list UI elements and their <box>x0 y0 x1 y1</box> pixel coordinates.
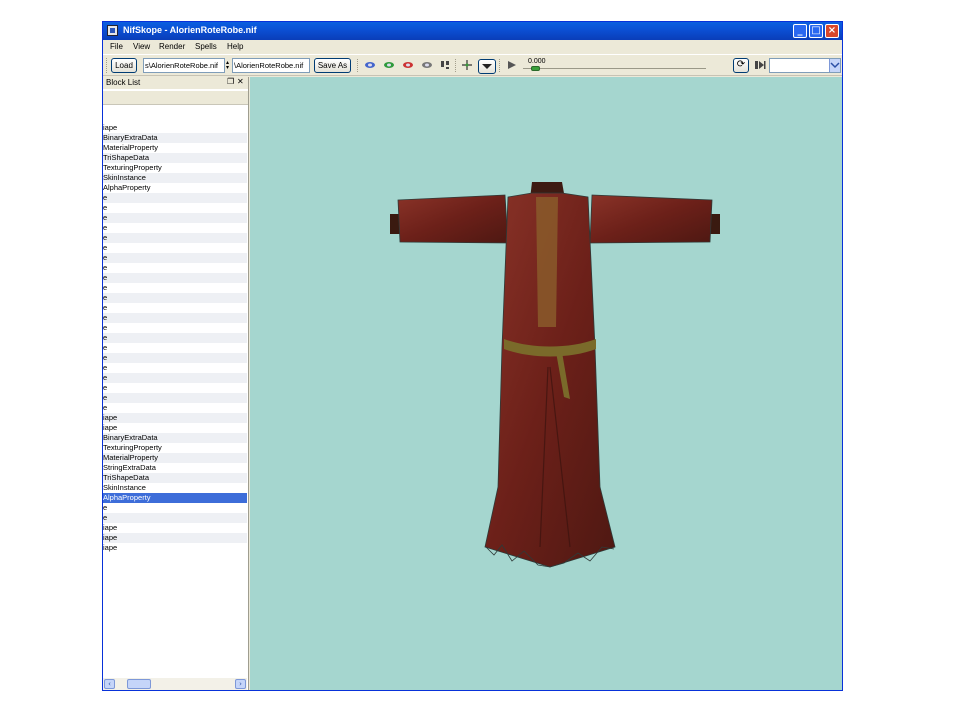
menu-help[interactable]: Help <box>227 42 243 51</box>
3d-viewport[interactable] <box>250 77 842 690</box>
app-icon <box>107 25 118 36</box>
toolbar-separator-3 <box>499 59 501 72</box>
block-list-column-header[interactable] <box>103 91 248 105</box>
block-list-row[interactable]: iape <box>103 543 247 553</box>
save-as-button[interactable]: Save As <box>314 58 351 73</box>
block-list-row[interactable]: e <box>103 253 247 263</box>
animation-select-arrow[interactable] <box>829 59 840 72</box>
time-slider-track[interactable] <box>523 68 706 69</box>
save-path-field[interactable]: \AlorienRoteRobe.nif <box>232 58 310 73</box>
block-list-title: Block List <box>106 78 141 87</box>
block-list-row[interactable]: e <box>103 383 247 393</box>
move-axes-icon[interactable] <box>461 60 473 70</box>
block-list-row[interactable]: SkinInstance <box>103 483 247 493</box>
chevron-down-icon <box>830 62 840 69</box>
switch-animation-icon[interactable] <box>754 60 766 70</box>
block-list-row[interactable]: e <box>103 403 247 413</box>
view-top-icon[interactable] <box>364 60 376 70</box>
robe-model <box>390 182 720 568</box>
minimize-button[interactable]: _ <box>793 24 807 38</box>
toolbar-separator <box>357 59 359 72</box>
block-list-panel: Block List ❐ ✕ iape BinaryExtraData Materi… <box>103 77 249 690</box>
load-button[interactable]: Load <box>111 58 137 73</box>
swap-arrows-icon[interactable]: ▴ ▾ <box>226 60 229 71</box>
view-side-icon[interactable] <box>402 60 414 70</box>
menu-bar: File View Render Spells Help <box>103 40 842 53</box>
block-list-row[interactable]: e <box>103 283 247 293</box>
block-list-row[interactable]: e <box>103 353 247 363</box>
toolbar-separator-2 <box>455 59 457 72</box>
menu-view[interactable]: View <box>133 42 150 51</box>
block-list-row[interactable]: e <box>103 313 247 323</box>
menu-spells[interactable]: Spells <box>195 42 217 51</box>
block-list-header: Block List ❐ ✕ <box>103 77 248 89</box>
block-list-row[interactable]: TriShapeData <box>103 153 247 163</box>
chevron-down-icon <box>482 64 492 69</box>
block-list-row[interactable]: iape <box>103 533 247 543</box>
block-list-row[interactable]: BinaryExtraData <box>103 133 247 143</box>
time-value: 0.000 <box>528 58 546 65</box>
horizontal-scrollbar[interactable]: ‹ › <box>103 678 247 690</box>
toolbar: Load s\AlorienRoteRobe.nif ▴ ▾ \AlorienRo… <box>103 54 842 76</box>
float-icon[interactable]: ❐ <box>227 77 234 86</box>
view-front-icon[interactable] <box>383 60 395 70</box>
toolbar-grip[interactable] <box>106 58 109 73</box>
block-list-row[interactable]: e <box>103 243 247 253</box>
load-path-field[interactable]: s\AlorienRoteRobe.nif <box>143 58 225 73</box>
block-list-row[interactable]: AlphaProperty <box>103 183 247 193</box>
menu-file[interactable]: File <box>110 42 123 51</box>
robe-trim <box>536 197 558 327</box>
block-list-row[interactable]: TexturingProperty <box>103 443 247 453</box>
walk-mode-icon[interactable] <box>439 60 451 70</box>
loop-icon[interactable]: ⟳ <box>733 58 749 73</box>
block-list-row[interactable]: AlphaProperty <box>103 493 247 503</box>
scroll-thumb[interactable] <box>127 679 151 689</box>
block-list-row[interactable]: TexturingProperty <box>103 163 247 173</box>
block-list-rows: iape BinaryExtraData MaterialProperty TriSh… <box>103 123 247 553</box>
title-bar[interactable]: NifSkope - AlorienRoteRobe.nif _ □ × <box>103 22 842 40</box>
block-list-row[interactable]: iape <box>103 413 247 423</box>
block-list-row[interactable]: MaterialProperty <box>103 143 247 153</box>
maximize-button[interactable]: □ <box>809 24 823 38</box>
block-list-row[interactable]: e <box>103 303 247 313</box>
scroll-right-icon[interactable]: › <box>235 679 246 689</box>
block-list-row[interactable]: e <box>103 223 247 233</box>
time-slider-handle[interactable] <box>531 66 540 71</box>
close-button[interactable]: × <box>825 24 839 38</box>
block-list-row[interactable]: MaterialProperty <box>103 453 247 463</box>
block-list-row[interactable]: iape <box>103 523 247 533</box>
block-list-row[interactable]: e <box>103 513 247 523</box>
nifskope-window: NifSkope - AlorienRoteRobe.nif _ □ × Fil… <box>102 21 843 691</box>
block-list-row[interactable]: e <box>103 213 247 223</box>
block-list-row[interactable]: e <box>103 203 247 213</box>
right-sleeve <box>589 194 713 244</box>
block-list-row[interactable]: StringExtraData <box>103 463 247 473</box>
block-list-row[interactable]: SkinInstance <box>103 173 247 183</box>
block-list-row[interactable]: e <box>103 503 247 513</box>
scroll-left-icon[interactable]: ‹ <box>104 679 115 689</box>
close-icon[interactable]: ✕ <box>237 77 244 86</box>
menu-render[interactable]: Render <box>159 42 185 51</box>
view-user-icon[interactable] <box>421 60 433 70</box>
view-options-dropdown[interactable] <box>478 59 496 74</box>
block-list-row[interactable]: e <box>103 393 247 403</box>
block-list-row[interactable]: iape <box>103 423 247 433</box>
play-icon[interactable] <box>506 60 518 70</box>
window-title: NifSkope - AlorienRoteRobe.nif <box>123 25 257 35</box>
block-list-row[interactable]: e <box>103 263 247 273</box>
block-list-row[interactable]: e <box>103 343 247 353</box>
block-list-row[interactable]: TriShapeData <box>103 473 247 483</box>
left-sleeve <box>397 194 509 244</box>
block-list-row[interactable]: BinaryExtraData <box>103 433 247 443</box>
block-list-row[interactable]: e <box>103 373 247 383</box>
block-list-row[interactable]: e <box>103 333 247 343</box>
block-list-row[interactable]: e <box>103 233 247 243</box>
block-list-row[interactable]: e <box>103 363 247 373</box>
block-list-row[interactable]: e <box>103 293 247 303</box>
block-list-row[interactable]: e <box>103 193 247 203</box>
block-list-row[interactable]: e <box>103 323 247 333</box>
block-list-row[interactable]: e <box>103 273 247 283</box>
block-list-row[interactable]: iape <box>103 123 247 133</box>
